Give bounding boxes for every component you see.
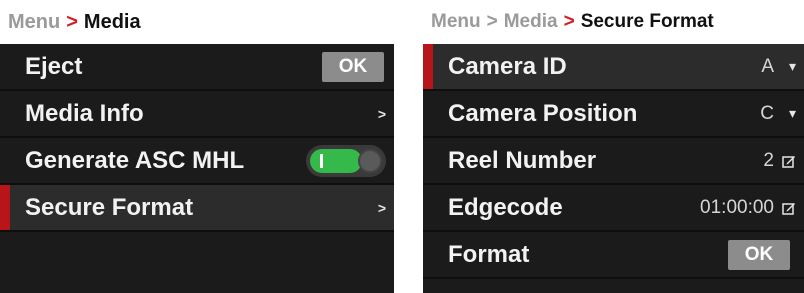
breadcrumb-menu[interactable]: Menu xyxy=(431,11,481,33)
setting-value: 2 xyxy=(763,149,774,171)
menu-item-label: Eject xyxy=(25,52,83,80)
media-menu-panel: Menu > Media Eject OK Media Info > Gener… xyxy=(0,0,394,293)
chevron-right-icon: > xyxy=(377,199,386,216)
menu-item-label: Media Info xyxy=(25,99,144,127)
chevron-right-icon: > xyxy=(377,105,386,122)
toggle-switch[interactable] xyxy=(306,144,386,177)
selection-indicator xyxy=(0,185,10,230)
selection-indicator xyxy=(423,44,433,89)
setting-reel-number[interactable]: Reel Number 2 xyxy=(423,138,804,185)
setting-value: C xyxy=(760,102,774,124)
eject-ok-button[interactable]: OK xyxy=(322,51,384,82)
edit-icon[interactable] xyxy=(782,201,796,215)
menu-item-generate-asc-mhl[interactable]: Generate ASC MHL xyxy=(0,138,394,185)
menu-item-label: Generate ASC MHL xyxy=(25,146,245,174)
menu-item-media-info[interactable]: Media Info > xyxy=(0,91,394,138)
setting-camera-position[interactable]: Camera Position C ▾ xyxy=(423,91,804,138)
setting-label: Edgecode xyxy=(448,193,563,221)
setting-value: 01:00:00 xyxy=(700,196,774,218)
menu-item-secure-format[interactable]: Secure Format > xyxy=(0,185,394,232)
breadcrumb: Menu > Media xyxy=(0,0,394,44)
chevron-down-icon[interactable]: ▾ xyxy=(789,58,796,75)
menu-item-label: Secure Format xyxy=(25,193,194,221)
toggle-on-track xyxy=(310,148,362,173)
breadcrumb: Menu > Media > Secure Format xyxy=(423,0,804,44)
setting-label: Camera Position xyxy=(448,99,638,127)
breadcrumb-separator: > xyxy=(563,11,575,32)
setting-edgecode[interactable]: Edgecode 01:00:00 xyxy=(423,185,804,232)
breadcrumb-current: Media xyxy=(83,10,141,33)
breadcrumb-menu[interactable]: Menu xyxy=(8,11,60,34)
setting-value: A xyxy=(761,55,774,77)
edit-icon[interactable] xyxy=(782,154,796,168)
menu-item-eject[interactable]: Eject OK xyxy=(0,44,394,91)
format-ok-button[interactable]: OK xyxy=(728,239,790,270)
toggle-knob xyxy=(358,148,382,173)
setting-camera-id[interactable]: Camera ID A ▾ xyxy=(423,44,804,91)
setting-label: Format xyxy=(448,240,530,268)
breadcrumb-current: Secure Format xyxy=(580,11,714,32)
setting-label: Reel Number xyxy=(448,146,597,174)
breadcrumb-separator: > xyxy=(66,10,78,33)
chevron-down-icon[interactable]: ▾ xyxy=(789,105,796,122)
setting-label: Camera ID xyxy=(448,52,567,80)
toggle-on-mark xyxy=(320,153,323,168)
breadcrumb-media[interactable]: Media xyxy=(504,11,558,33)
empty-row xyxy=(0,232,394,278)
setting-format[interactable]: Format OK xyxy=(423,232,804,279)
breadcrumb-separator: > xyxy=(486,11,498,32)
secure-format-panel: Menu > Media > Secure Format Camera ID A… xyxy=(423,0,804,293)
